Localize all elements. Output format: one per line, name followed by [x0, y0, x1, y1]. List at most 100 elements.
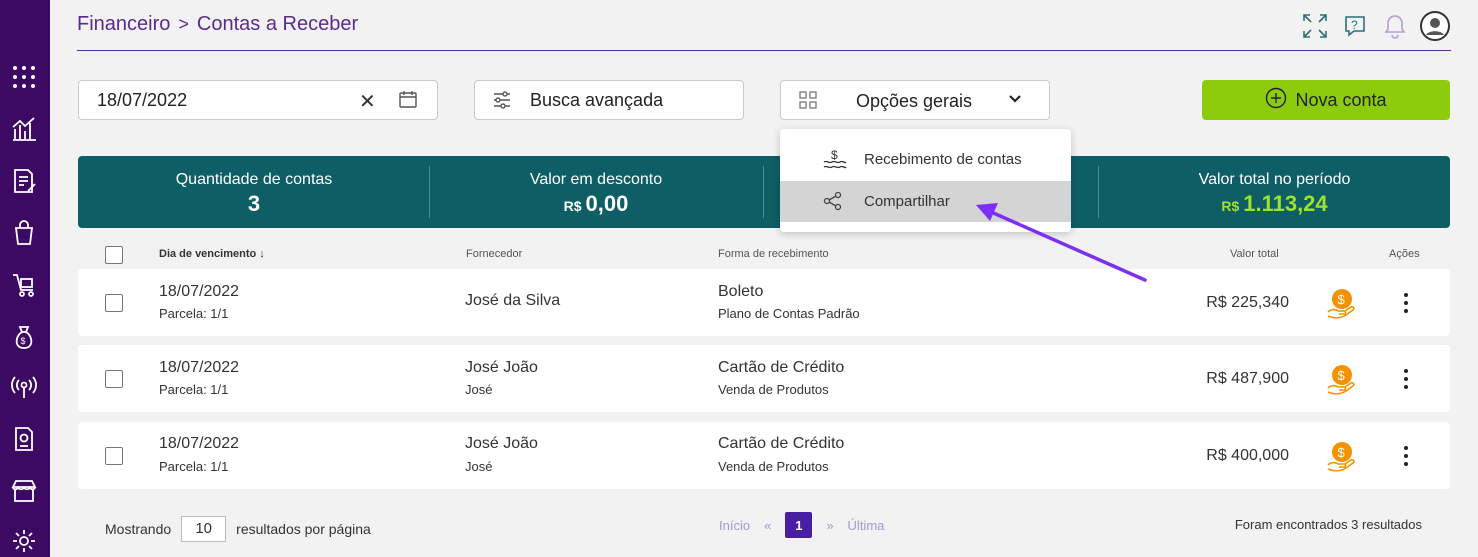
opcoes-gerais-dropdown[interactable]: Opções gerais	[780, 80, 1050, 120]
menu-item-recebimento[interactable]: $ Recebimento de contas	[780, 139, 1071, 180]
row-fornecedor-sub: José	[465, 459, 493, 474]
page-title: Contas a Receber	[196, 13, 359, 35]
store-icon[interactable]	[9, 476, 39, 506]
column-header-fornecedor: Fornecedor	[466, 248, 523, 260]
svg-text:$: $	[1338, 368, 1346, 383]
svg-text:$: $	[1338, 445, 1346, 460]
chart-icon[interactable]	[9, 114, 39, 144]
more-actions-icon[interactable]	[1396, 291, 1416, 315]
breadcrumb: Financeiro > Contas a Receber	[77, 13, 358, 36]
help-icon[interactable]: ?	[1340, 11, 1370, 41]
row-checkbox[interactable]	[105, 370, 123, 388]
total-label: Valor total no período	[1198, 171, 1351, 188]
row-checkbox[interactable]	[105, 447, 123, 465]
results-count: Foram encontrados 3 resultados	[1234, 517, 1422, 532]
summary-divider	[763, 166, 764, 218]
table-row: 18/07/2022 Parcela: 1/1 José João José C…	[78, 422, 1450, 489]
calendar-icon[interactable]	[398, 89, 418, 114]
svg-text:?: ?	[1351, 18, 1358, 32]
row-valor: R$ 225,340	[1206, 294, 1289, 311]
bag-icon[interactable]	[9, 218, 39, 248]
gear-icon[interactable]	[9, 526, 39, 556]
quantidade-label: Quantidade de contas	[175, 171, 333, 188]
pager-current-page[interactable]: 1	[785, 512, 813, 538]
date-filter-input[interactable]: 18/07/2022 ✕	[78, 80, 438, 120]
opcoes-gerais-label: Opções gerais	[856, 91, 973, 111]
total-currency: R$	[1221, 198, 1240, 214]
row-parcela: Parcela: 1/1	[159, 459, 229, 474]
desconto-value: 0,00	[585, 191, 629, 216]
row-forma: Cartão de Crédito	[718, 359, 845, 376]
receive-coin-icon[interactable]: $	[1326, 441, 1356, 473]
pager-last[interactable]: Última	[848, 518, 885, 533]
row-fornecedor: José João	[465, 435, 538, 452]
column-header-vencimento[interactable]: Dia de vencimento ↓	[159, 248, 265, 260]
more-actions-icon[interactable]	[1396, 367, 1416, 391]
pagination-size: Mostrando 10 resultados por página	[105, 516, 371, 542]
row-parcela: Parcela: 1/1	[159, 382, 229, 397]
row-fornecedor-sub: José	[465, 382, 493, 397]
invoice-icon[interactable]	[9, 166, 39, 196]
table-row: 18/07/2022 Parcela: 1/1 José João José C…	[78, 345, 1450, 412]
row-date: 18/07/2022	[159, 359, 240, 376]
row-date: 18/07/2022	[159, 283, 240, 300]
resultados-label: resultados por página	[236, 521, 371, 537]
annotation-arrow	[976, 203, 1147, 282]
more-actions-icon[interactable]	[1396, 444, 1416, 468]
chevron-down-icon	[1007, 91, 1023, 112]
share-icon	[822, 190, 844, 216]
clear-date-icon[interactable]: ✕	[359, 89, 376, 114]
header-divider	[77, 50, 1451, 51]
summary-bar: Quantidade de contas 3 Valor em desconto…	[78, 156, 1450, 228]
grid-icon	[799, 91, 817, 114]
row-date: 18/07/2022	[159, 435, 240, 452]
receive-coin-icon[interactable]: $	[1326, 288, 1356, 320]
desconto-currency: R$	[563, 198, 582, 214]
broadcast-icon[interactable]	[9, 372, 39, 402]
quantidade-value: 3	[247, 191, 261, 216]
menu-item-label: Compartilhar	[864, 193, 950, 210]
receive-coin-icon[interactable]: $	[1326, 364, 1356, 396]
nova-conta-button[interactable]: Nova conta	[1202, 80, 1450, 120]
column-header-forma: Forma de recebimento	[718, 248, 829, 260]
row-forma-sub: Plano de Contas Padrão	[718, 306, 860, 321]
filter-sliders-icon	[492, 90, 512, 115]
row-fornecedor: José João	[465, 359, 538, 376]
pager-first[interactable]: Início	[719, 518, 750, 533]
user-avatar-icon[interactable]	[1420, 11, 1450, 41]
apps-grid-icon[interactable]	[9, 62, 39, 92]
pager-next[interactable]: »	[826, 518, 833, 533]
row-parcela: Parcela: 1/1	[159, 306, 229, 321]
row-forma: Cartão de Crédito	[718, 435, 845, 452]
breadcrumb-separator: >	[178, 14, 189, 34]
menu-item-label: Recebimento de contas	[864, 151, 1022, 168]
svg-text:$: $	[21, 336, 26, 346]
svg-text:$: $	[1338, 292, 1346, 307]
svg-text:$: $	[831, 148, 838, 162]
row-valor: R$ 400,000	[1206, 447, 1289, 464]
busca-avancada-label: Busca avançada	[530, 89, 664, 110]
total-value: 1.113,24	[1243, 191, 1328, 216]
select-all-checkbox[interactable]	[105, 246, 123, 264]
pagination: Início « 1 » Última	[719, 512, 884, 538]
column-header-valor: Valor total	[1230, 248, 1279, 260]
date-filter-value: 18/07/2022	[97, 89, 188, 110]
per-page-input[interactable]: 10	[181, 516, 227, 542]
row-checkbox[interactable]	[105, 294, 123, 312]
plus-circle-icon	[1265, 87, 1287, 114]
document-icon[interactable]	[9, 424, 39, 454]
row-forma: Boleto	[718, 283, 764, 300]
table-row: 18/07/2022 Parcela: 1/1 José da Silva Bo…	[78, 269, 1450, 336]
summary-desconto: Valor em desconto R$ 0,00	[430, 156, 762, 228]
money-bag-icon[interactable]: $	[9, 322, 39, 352]
breadcrumb-section[interactable]: Financeiro	[77, 13, 170, 36]
bell-icon[interactable]	[1380, 11, 1410, 41]
row-forma-sub: Venda de Produtos	[718, 459, 829, 474]
column-header-acoes: Ações	[1389, 248, 1420, 260]
busca-avancada-button[interactable]: Busca avançada	[474, 80, 744, 120]
expand-icon[interactable]	[1300, 11, 1330, 41]
nova-conta-label: Nova conta	[1295, 89, 1387, 110]
sidebar: $	[0, 0, 50, 557]
cart-icon[interactable]	[9, 270, 39, 300]
pager-prev[interactable]: «	[764, 518, 771, 533]
